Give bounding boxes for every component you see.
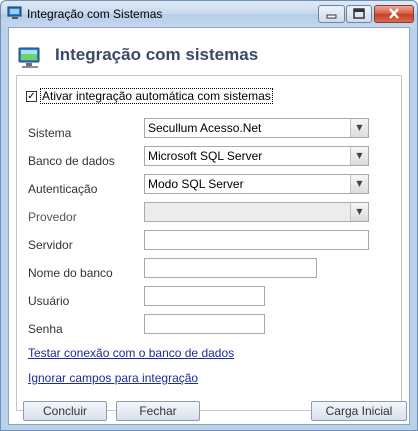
- dialog-body: Integração com sistemas ✓ Ativar integra…: [8, 27, 410, 425]
- banco-de-dados-select[interactable]: Microsoft SQL Server ▼: [144, 146, 369, 166]
- auto-integration-checkbox[interactable]: ✓: [26, 90, 37, 102]
- chevron-down-icon[interactable]: ▼: [350, 203, 368, 221]
- nome-do-banco-input[interactable]: [144, 258, 317, 278]
- chevron-down-icon[interactable]: ▼: [350, 119, 368, 137]
- maximize-button[interactable]: [346, 5, 372, 23]
- nome-do-banco-label: Nome do banco: [28, 266, 113, 280]
- usuario-label: Usuário: [28, 294, 70, 308]
- computer-monitor-icon: [18, 47, 40, 68]
- servidor-label: Servidor: [28, 238, 73, 252]
- maximize-icon: [353, 8, 365, 19]
- banco-de-dados-value: Microsoft SQL Server: [148, 149, 263, 163]
- provedor-select[interactable]: ▼: [144, 202, 369, 222]
- servidor-input[interactable]: [144, 230, 369, 250]
- auto-integration-label[interactable]: Ativar integração automática com sistema…: [40, 88, 273, 104]
- close-button[interactable]: [374, 5, 414, 23]
- carga-inicial-button[interactable]: Carga Inicial: [311, 401, 407, 421]
- auto-integration-checkbox-row[interactable]: ✓ Ativar integração automática com siste…: [26, 88, 273, 104]
- title-bar[interactable]: Integração com Sistemas: [1, 1, 417, 27]
- usuario-input[interactable]: [144, 286, 265, 306]
- sistema-label: Sistema: [28, 126, 72, 140]
- banco-de-dados-label: Banco de dados: [28, 154, 115, 168]
- sistema-value: Secullum Acesso.Net: [148, 121, 262, 135]
- test-connection-link[interactable]: Testar conexão com o banco de dados: [28, 346, 234, 360]
- chevron-down-icon[interactable]: ▼: [350, 175, 368, 193]
- app-icon: [7, 6, 22, 19]
- senha-label: Senha: [28, 322, 63, 336]
- provedor-label: Provedor: [28, 210, 77, 224]
- minimize-icon: [326, 14, 337, 19]
- chevron-down-icon[interactable]: ▼: [350, 147, 368, 165]
- page-title: Integração com sistemas: [55, 45, 259, 64]
- fechar-button[interactable]: Fechar: [116, 401, 200, 421]
- autenticacao-select[interactable]: Modo SQL Server ▼: [144, 174, 369, 194]
- autenticacao-label: Autenticação: [28, 182, 98, 196]
- window-title: Integração com Sistemas: [27, 7, 163, 21]
- autenticacao-value: Modo SQL Server: [148, 177, 244, 191]
- form-panel: ✓ Ativar integração automática com siste…: [16, 75, 402, 411]
- concluir-button[interactable]: Concluir: [23, 401, 107, 421]
- ignore-fields-link[interactable]: Ignorar campos para integração: [28, 371, 198, 385]
- senha-input[interactable]: [144, 314, 265, 334]
- integration-window: Integração com Sistemas Integração com s…: [0, 0, 418, 431]
- minimize-button[interactable]: [318, 5, 345, 23]
- close-icon: [389, 8, 399, 19]
- sistema-select[interactable]: Secullum Acesso.Net ▼: [144, 118, 369, 138]
